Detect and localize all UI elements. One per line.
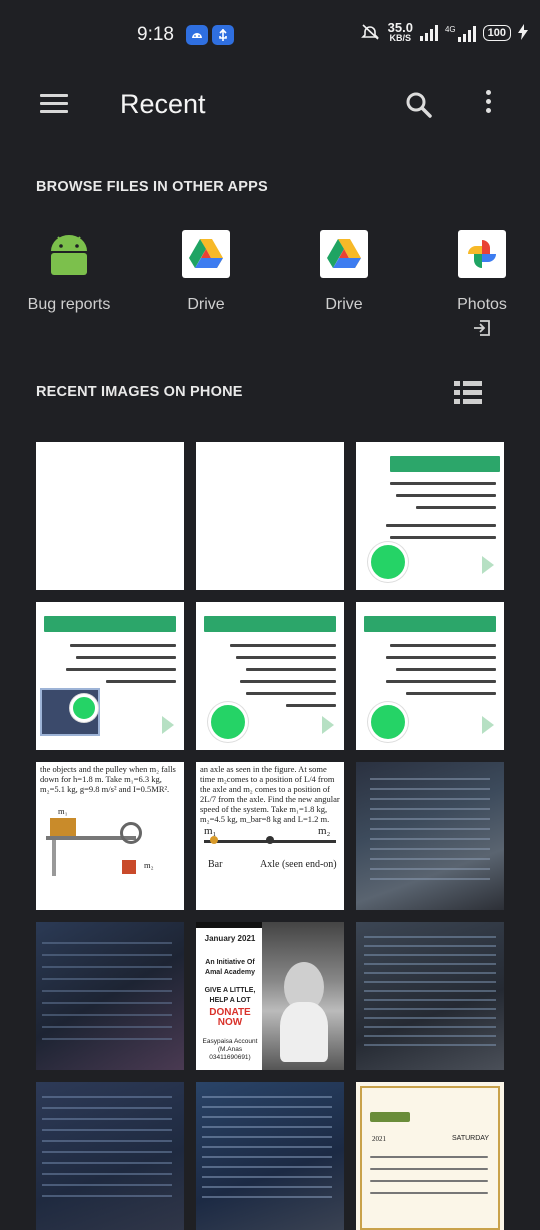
screen-photo [364,936,496,1046]
browse-apps-row: Bug reports Drive Drive Photos [0,230,540,340]
block-m1 [50,818,76,836]
whatsapp-icon [368,542,408,582]
portrait-photo [262,922,344,1070]
network-speed: 35.0 KB/S [387,20,413,43]
poster-account: Easypaisa Account (M.Anas 03411690691) [202,1038,258,1061]
recent-images-heading: RECENT IMAGES ON PHONE [36,384,243,400]
image-thumbnail[interactable] [196,1082,344,1230]
poster-initiative: An Initiative Of Amal Academy [205,959,255,976]
mute-icon [360,23,381,44]
page-title: Recent [120,89,206,119]
google-drive-icon [182,230,230,278]
top-app-bar: Recent [0,80,540,130]
image-thumbnail[interactable] [356,922,504,1070]
android-icon [45,230,93,278]
app-label: Photos [457,296,507,313]
image-thumbnail[interactable] [356,762,504,910]
screen-photo [202,1096,332,1206]
app-drive-1[interactable]: Drive [146,230,266,314]
app-photos[interactable]: Photos [422,230,540,343]
android-notification-icon [186,25,208,45]
mass-label: m₁ [58,806,68,816]
whatsapp-icon [70,694,98,722]
mass-label: m₂ [144,860,154,870]
charging-icon [518,23,528,43]
image-thumbnail[interactable] [36,922,184,1070]
search-icon[interactable] [404,90,434,120]
pulley [120,822,142,844]
wifi-signal-icon [419,25,438,41]
poster-slogan: GIVE A LITTLE, HELP A LOT [204,987,256,1004]
cellular-signal-icon: 4G [445,25,476,42]
image-thumbnail[interactable] [196,602,344,750]
open-external-icon[interactable] [422,318,540,343]
calendar-day: SATURDAY [452,1135,490,1142]
app-drive-2[interactable]: Drive [284,230,404,314]
app-bug-reports[interactable]: Bug reports [9,230,129,314]
hamburger-menu-icon[interactable] [40,94,68,114]
arrow-icon [162,716,174,734]
thumbnail-banner [390,456,500,472]
poster-donate: DONATE NOW [209,1007,251,1028]
physics-problem-text: the objects and the pulley when m₂ falls… [40,764,176,794]
image-thumbnail[interactable]: 2021 SATURDAY [356,1082,504,1230]
app-label: Bug reports [27,296,111,313]
google-drive-icon [320,230,368,278]
whatsapp-icon [208,702,248,742]
image-thumbnail[interactable] [36,602,184,750]
calendar-year: 2021 [372,1135,386,1143]
block-m2 [122,860,136,874]
screen-photo [42,1096,172,1206]
arrow-icon [322,716,334,734]
physics-problem-text: an axle as seen in the figure. At some t… [200,764,340,824]
calendar-frame [360,1086,500,1230]
image-thumbnail[interactable] [356,442,504,590]
image-thumbnail[interactable] [36,442,184,590]
screen-photo [370,778,490,888]
status-bar: 9:18 35.0 KB/S 4G 100 [0,0,540,70]
app-label: Drive [187,296,225,313]
google-photos-icon [458,230,506,278]
status-time: 9:18 [137,24,174,45]
list-view-icon[interactable] [454,380,482,404]
poster-date: January 2021 [204,934,256,943]
image-thumbnail[interactable] [36,1082,184,1230]
app-label: Drive [325,296,363,313]
more-options-icon[interactable] [482,90,494,120]
image-thumbnail[interactable]: an axle as seen in the figure. At some t… [196,762,344,910]
image-thumbnail[interactable]: the objects and the pulley when m₂ falls… [36,762,184,910]
usb-notification-icon [212,25,234,45]
image-thumbnail[interactable] [356,602,504,750]
battery-indicator: 100 [482,25,511,41]
image-thumbnail[interactable] [196,442,344,590]
browse-section-heading: BROWSE FILES IN OTHER APPS [36,179,268,195]
thumbnail-banner [364,616,496,632]
arrow-icon [482,716,494,734]
whatsapp-icon [368,702,408,742]
arrow-icon [482,556,494,574]
screen-photo [42,942,172,1042]
thumbnail-banner [204,616,336,632]
thumbnail-banner [44,616,176,632]
image-thumbnail[interactable]: January 2021 An Initiative Of Amal Acade… [196,922,344,1070]
